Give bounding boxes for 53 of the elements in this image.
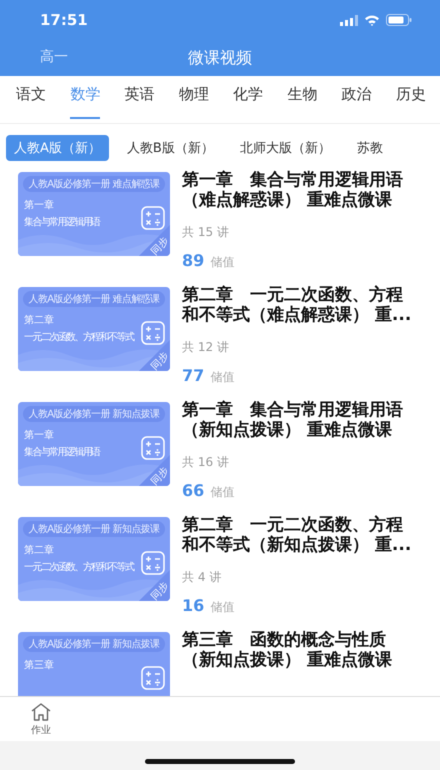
calculator-icon: [141, 551, 165, 575]
lesson-count: 共 16 讲: [182, 454, 230, 471]
price-unit: 储值: [210, 369, 234, 386]
lesson-count: 共 12 讲: [182, 339, 230, 356]
signal-icon: [340, 14, 358, 26]
price-value: 89: [182, 251, 204, 270]
calculator-icon: [141, 206, 165, 230]
lesson-count: 共 4 讲: [182, 569, 222, 586]
cover-badge: 人教A版必修第一册 难点解惑课: [23, 291, 165, 307]
subject-tab[interactable]: 历史: [396, 76, 426, 119]
course-title[interactable]: 第三章 函数的概念与性质（新知点拨课） 重难点微课: [182, 630, 414, 670]
cover-topic: 一元二次函数、方程和不等式: [24, 560, 134, 574]
course-title[interactable]: 第一章 集合与常用逻辑用语（新知点拨课） 重难点微课: [182, 400, 414, 440]
subject-tab[interactable]: 化学: [233, 76, 264, 119]
cover-chapter: 第二章: [24, 544, 54, 557]
wifi-icon: [364, 14, 380, 26]
cover-chapter: 第一章: [24, 198, 54, 212]
price-unit: 储值: [210, 254, 234, 271]
edition-tab[interactable]: 人教B版（新）: [118, 135, 222, 161]
price-unit: 储值: [210, 484, 234, 501]
edition-tab[interactable]: 北师大版（新）: [232, 135, 339, 161]
page-title: 微课视频: [188, 48, 252, 68]
cover-chapter: 第二章: [24, 314, 54, 327]
status-time: 17:51: [40, 11, 88, 29]
calculator-icon: [141, 666, 165, 690]
subject-tab[interactable]: 生物: [287, 76, 318, 119]
cover-topic: 一元二次函数、方程和不等式: [24, 330, 134, 344]
cover-badge: 人教A版必修第一册 难点解惑课: [23, 176, 165, 192]
subject-tab[interactable]: 英语: [124, 76, 155, 119]
calculator-icon: [141, 321, 165, 345]
course-title[interactable]: 第二章 一元二次函数、方程和不等式（新知点拨课） 重...: [182, 515, 414, 555]
cover-chapter: 第三章: [24, 658, 54, 672]
home-icon: [30, 703, 52, 721]
cover-chapter: 第一章: [24, 428, 54, 442]
course-title[interactable]: 第一章 集合与常用逻辑用语（难点解惑课） 重难点微课: [182, 170, 414, 210]
edition-tab[interactable]: 苏教: [348, 135, 391, 161]
price-value: 16: [182, 596, 204, 615]
price-value: 77: [182, 366, 204, 385]
lesson-count: 共 15 讲: [182, 224, 230, 241]
cover-badge: 人教A版必修第一册 新知点拨课: [23, 521, 165, 537]
price-value: 66: [182, 481, 204, 500]
cover-topic: 集合与常用逻辑用语: [24, 216, 100, 229]
battery-icon: [386, 14, 412, 26]
subject-tab[interactable]: 语文: [16, 76, 46, 119]
calculator-icon: [141, 436, 165, 460]
price-unit: 储值: [210, 599, 234, 616]
subject-tab[interactable]: 政治: [342, 76, 372, 119]
course-title[interactable]: 第二章 一元二次函数、方程和不等式（难点解惑课） 重...: [182, 285, 414, 325]
subject-tab[interactable]: 物理: [178, 76, 209, 119]
cover-badge: 人教A版必修第一册 新知点拨课: [23, 406, 165, 422]
tab-bar-item[interactable]: 作业: [30, 697, 52, 741]
cover-badge: 人教A版必修第一册 新知点拨课: [23, 636, 165, 652]
cover-topic: 集合与常用逻辑用语: [24, 446, 100, 459]
